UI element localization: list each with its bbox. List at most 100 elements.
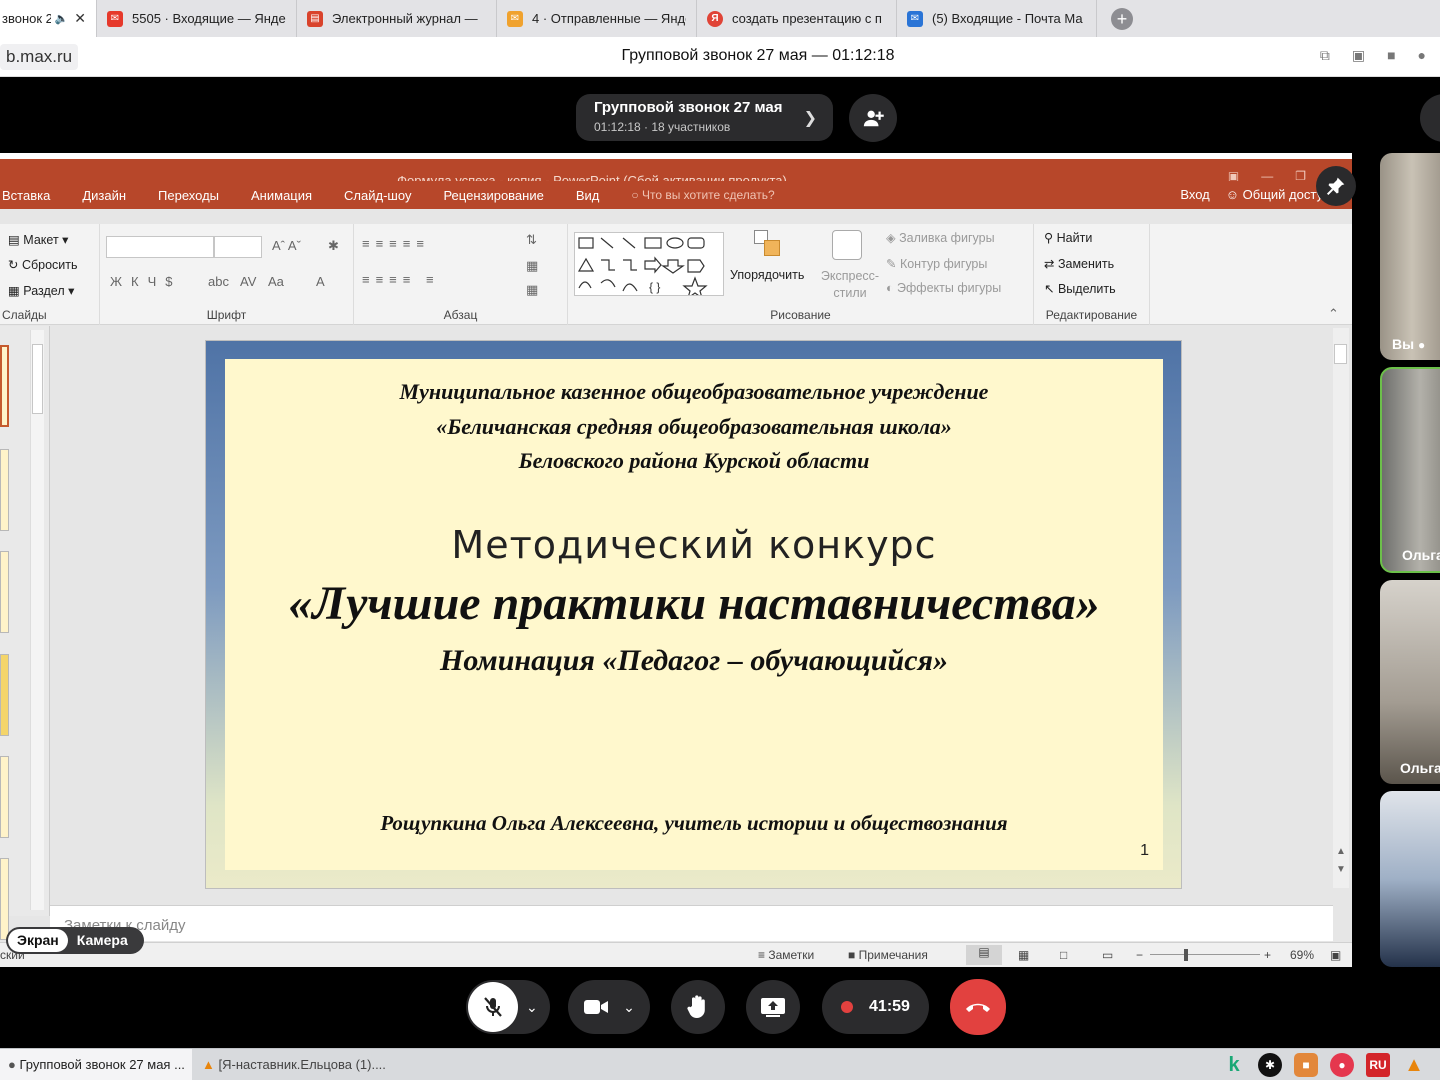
- participant-tile[interactable]: [1380, 791, 1440, 967]
- tab-insert[interactable]: Вставка: [2, 188, 50, 203]
- tab-slideshow[interactable]: Слайд-шоу: [344, 188, 411, 203]
- signin-link[interactable]: Вход: [1180, 187, 1209, 202]
- arrange-button[interactable]: Упорядочить: [730, 268, 804, 282]
- scrollbar-thumb[interactable]: [32, 344, 43, 414]
- participant-tile[interactable]: Ольга: [1380, 367, 1440, 573]
- call-info-button[interactable]: Групповой звонок 27 мая 01:12:18 · 18 уч…: [576, 94, 833, 141]
- mic-control[interactable]: ⌄: [466, 980, 550, 1034]
- browser-tab-yandex-mail[interactable]: ✉ 5505 · Входящие — Яндекс Почта: [97, 0, 297, 37]
- shape-fill-button[interactable]: ◈ Заливка фигуры: [886, 230, 995, 245]
- participant-tile[interactable]: Вы ●: [1380, 153, 1440, 360]
- firefox-icon[interactable]: ●: [1330, 1053, 1354, 1077]
- clear-format-icon[interactable]: ✱: [328, 238, 339, 254]
- sorter-view-icon[interactable]: ▦: [1018, 948, 1029, 962]
- slide-thumbnail[interactable]: [0, 858, 9, 940]
- browser-tab-presentation[interactable]: Я создать презентацию с п: [697, 0, 897, 37]
- browser-tab-call[interactable]: звонок 27 мая 🔈 ✕: [0, 0, 97, 37]
- list-icons[interactable]: ≡≡≡≡≡: [362, 236, 430, 251]
- camera-icon[interactable]: ■: [1387, 47, 1395, 64]
- taskbar-item-call[interactable]: ● Групповой звонок 27 мая ...: [0, 1049, 192, 1080]
- browser-tab-mail[interactable]: ✉ (5) Входящие - Почта Ма: [897, 0, 1097, 37]
- mute-button[interactable]: [468, 982, 518, 1032]
- next-slide-icon[interactable]: ▼: [1336, 864, 1346, 875]
- box-app-icon[interactable]: ■: [1294, 1053, 1318, 1077]
- slideshow-view-icon[interactable]: ▭: [1102, 948, 1113, 962]
- zoom-level[interactable]: 69%: [1290, 948, 1314, 962]
- add-participant-button[interactable]: [849, 94, 897, 142]
- strikethrough-icon[interactable]: abc: [208, 274, 229, 289]
- recording-timer[interactable]: 41:59: [822, 980, 929, 1034]
- share-screen-button[interactable]: [746, 980, 800, 1034]
- notes-toggle[interactable]: ≡ Заметки: [758, 948, 814, 962]
- microphone-icon[interactable]: ●: [1418, 47, 1426, 64]
- scrollbar-thumb[interactable]: [1334, 344, 1347, 364]
- layout-button[interactable]: [1420, 94, 1440, 142]
- text-direction-icon[interactable]: ⇅: [526, 232, 537, 248]
- toggle-camera[interactable]: Камера: [68, 929, 137, 952]
- tell-me-box[interactable]: ○ Что вы хотите сделать?: [631, 188, 774, 202]
- select-button[interactable]: ↖ Выделить: [1044, 281, 1116, 296]
- slide-thumbnail[interactable]: [0, 345, 9, 427]
- grow-font-icon[interactable]: Aˆ Aˇ: [272, 238, 301, 253]
- font-name-field[interactable]: [106, 236, 214, 258]
- participant-tile[interactable]: Ольга: [1380, 580, 1440, 784]
- normal-view-icon[interactable]: ▤: [966, 945, 1002, 965]
- toggle-screen[interactable]: Экран: [8, 929, 68, 952]
- tab-transitions[interactable]: Переходы: [158, 188, 219, 203]
- shape-effects-button[interactable]: ◐ Эффекты фигуры: [886, 281, 1001, 295]
- spacing-icon[interactable]: AV: [240, 274, 256, 289]
- chevron-down-icon[interactable]: ⌄: [526, 999, 538, 1016]
- tab-animations[interactable]: Анимация: [251, 188, 312, 203]
- slide-canvas[interactable]: Муниципальное казенное общеобразовательн…: [205, 340, 1182, 889]
- keyboard-layout-indicator[interactable]: RU: [1366, 1053, 1390, 1077]
- zoom-out-icon[interactable]: −: [1136, 948, 1143, 962]
- quick-styles-button[interactable]: Экспресс-стили: [815, 268, 885, 302]
- k-app-icon[interactable]: k: [1222, 1053, 1246, 1077]
- smartart-icon[interactable]: ▦: [526, 282, 538, 298]
- zoom-slider[interactable]: [1150, 954, 1260, 955]
- shape-outline-button[interactable]: ✎ Контур фигуры: [886, 256, 987, 271]
- notes-pane[interactable]: Заметки к слайду: [50, 905, 1333, 941]
- collapse-ribbon-icon[interactable]: ⌃: [1328, 306, 1339, 322]
- slide-thumbnail[interactable]: [0, 756, 9, 838]
- source-toggle[interactable]: Экран Камера: [6, 927, 144, 954]
- comments-toggle[interactable]: ■ Примечания: [848, 948, 928, 962]
- slide-thumbnail[interactable]: [0, 551, 9, 633]
- font-format-icons[interactable]: ЖКЧ$: [110, 274, 181, 289]
- bluetooth-icon[interactable]: ✱: [1258, 1053, 1282, 1077]
- font-color-icon[interactable]: A: [316, 274, 325, 289]
- thumbnail-scrollbar[interactable]: [30, 330, 44, 910]
- slide-thumbnail[interactable]: [0, 449, 9, 531]
- align-icons[interactable]: ≡≡≡≡ ≡: [362, 272, 440, 287]
- fit-slide-icon[interactable]: ▣: [1330, 948, 1341, 962]
- reading-view-icon[interactable]: □: [1060, 948, 1067, 962]
- new-tab-button[interactable]: +: [1111, 7, 1133, 30]
- zoom-slider-thumb[interactable]: [1184, 949, 1188, 961]
- font-size-field[interactable]: [214, 236, 262, 258]
- browser-tab-journal[interactable]: ▤ Электронный журнал —: [297, 0, 497, 37]
- vlc-tray-icon[interactable]: ▲: [1402, 1053, 1426, 1077]
- case-icon[interactable]: Aa: [268, 274, 284, 289]
- camera-control[interactable]: ⌄: [568, 980, 650, 1034]
- section-button[interactable]: ▦ Раздел ▾: [8, 283, 74, 298]
- share-screen-icon[interactable]: ▣: [1352, 47, 1365, 64]
- align-text-icon[interactable]: ▦: [526, 258, 538, 274]
- tab-view[interactable]: Вид: [576, 188, 600, 203]
- layout-button[interactable]: ▤ Макет ▾: [8, 232, 68, 247]
- share-button[interactable]: ☺ Общий доступ: [1226, 187, 1330, 202]
- zoom-in-icon[interactable]: +: [1264, 948, 1271, 962]
- slide-scrollbar[interactable]: ▲ ▼: [1333, 328, 1349, 888]
- pin-button[interactable]: [1316, 166, 1356, 206]
- end-call-button[interactable]: [950, 979, 1006, 1035]
- chevron-down-icon[interactable]: ⌄: [623, 999, 635, 1016]
- slide-thumbnail[interactable]: [0, 654, 9, 736]
- prev-slide-icon[interactable]: ▲: [1336, 846, 1346, 857]
- window-icon[interactable]: ⧉: [1320, 47, 1330, 64]
- taskbar-item-document[interactable]: ▲ [Я-наставник.Ельцова (1)....: [194, 1049, 414, 1080]
- tab-review[interactable]: Рецензирование: [443, 188, 543, 203]
- find-button[interactable]: ⚲ Найти: [1044, 230, 1092, 245]
- tab-design[interactable]: Дизайн: [82, 188, 126, 203]
- close-tab-icon[interactable]: ✕: [74, 10, 86, 27]
- raise-hand-button[interactable]: [671, 980, 725, 1034]
- replace-button[interactable]: ⇄ Заменить: [1044, 256, 1114, 271]
